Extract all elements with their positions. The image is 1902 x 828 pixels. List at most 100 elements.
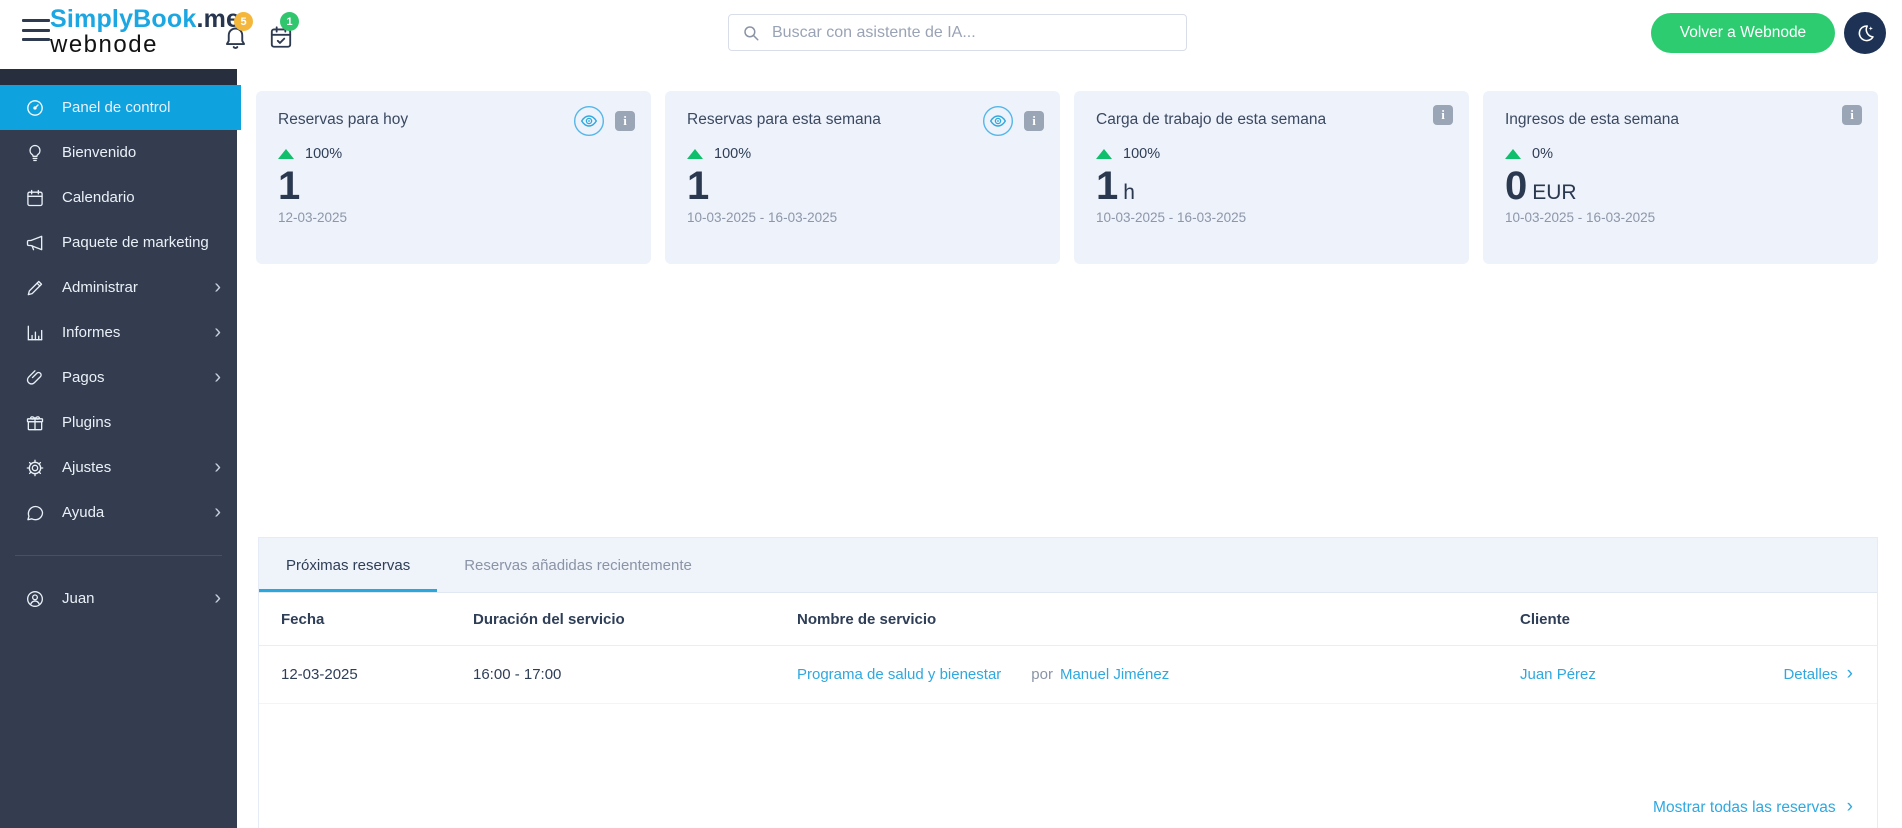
top-header: SimplyBook.me webnode 5 1 Volver a Webno…: [0, 0, 1902, 69]
column-header-cliente: Cliente: [1520, 611, 1853, 628]
trend-up-icon: [687, 149, 703, 159]
trend-row: 100%: [687, 146, 1038, 162]
calendar-icon: [25, 188, 45, 208]
card-title: Ingresos de esta semana: [1505, 111, 1856, 129]
moon-sparkle-icon: [1854, 22, 1877, 45]
column-header-servicio: Nombre de servicio: [797, 611, 1520, 628]
pencil-icon: [25, 278, 45, 298]
search-input[interactable]: [770, 23, 1186, 43]
sidebar-nav: Panel de control Bienvenido Calendario P…: [0, 69, 237, 828]
sidebar-divider: [15, 555, 222, 556]
sidebar-item-bienvenido[interactable]: Bienvenido: [0, 130, 237, 175]
sidebar-item-label: Pagos: [62, 369, 105, 386]
brand-name: SimplyBook: [50, 5, 196, 33]
paperclip-icon: [25, 368, 45, 388]
chat-bubble-icon: [25, 503, 45, 523]
tasks-button[interactable]: 1: [268, 24, 294, 55]
eye-icon[interactable]: [573, 105, 605, 137]
sidebar-item-paquete-de-marketing[interactable]: Paquete de marketing: [0, 220, 237, 265]
notifications-button[interactable]: 5: [222, 24, 249, 56]
card-period: 12-03-2025: [278, 210, 629, 225]
trend-value: 0%: [1532, 146, 1553, 162]
search-bar: [728, 14, 1187, 51]
chevron-right-icon: ›: [1847, 664, 1853, 683]
card-value: 0EUR: [1505, 165, 1856, 207]
sidebar-item-panel-de-control[interactable]: Panel de control: [0, 85, 241, 130]
trend-value: 100%: [714, 146, 751, 162]
info-icon[interactable]: i: [615, 111, 635, 131]
dashboard-icon: [25, 98, 45, 118]
sidebar-item-label: Paquete de marketing: [62, 234, 209, 251]
chevron-right-icon: ›: [214, 588, 221, 608]
provider-link[interactable]: Manuel Jiménez: [1060, 666, 1169, 683]
trend-up-icon: [278, 149, 294, 159]
chevron-right-icon: ›: [1847, 797, 1853, 816]
back-to-webnode-button[interactable]: Volver a Webnode: [1651, 13, 1835, 53]
sidebar-item-informes[interactable]: Informes ›: [0, 310, 237, 355]
stat-card-reservas-semana: Reservas para esta semana i 100% 1 10-03…: [665, 91, 1060, 264]
service-link[interactable]: Programa de salud y bienestar: [797, 666, 1001, 683]
tasks-badge: 1: [280, 12, 299, 31]
info-icon[interactable]: i: [1842, 105, 1862, 125]
bookings-panel: Próximas reservas Reservas añadidas reci…: [258, 537, 1878, 828]
card-period: 10-03-2025 - 16-03-2025: [1505, 210, 1856, 225]
show-all-bookings-link[interactable]: Mostrar todas las reservas ›: [1653, 798, 1853, 817]
lightbulb-icon: [25, 143, 45, 163]
trend-row: 0%: [1505, 146, 1856, 162]
by-label: por: [1031, 666, 1053, 683]
sidebar-item-calendario[interactable]: Calendario: [0, 175, 237, 220]
bookings-tabs: Próximas reservas Reservas añadidas reci…: [259, 538, 1877, 593]
chevron-right-icon: ›: [214, 367, 221, 387]
table-header-row: Fecha Duración del servicio Nombre de se…: [259, 593, 1877, 646]
sidebar-item-plugins[interactable]: Plugins: [0, 400, 237, 445]
tab-proximas-reservas[interactable]: Próximas reservas: [259, 538, 437, 592]
search-icon: [742, 24, 760, 42]
dark-mode-toggle[interactable]: [1844, 12, 1886, 54]
chevron-right-icon: ›: [214, 322, 221, 342]
sidebar-item-label: Panel de control: [62, 99, 170, 116]
trend-value: 100%: [305, 146, 342, 162]
sidebar-item-pagos[interactable]: Pagos ›: [0, 355, 237, 400]
column-header-fecha: Fecha: [281, 611, 473, 628]
hamburger-menu-icon[interactable]: [22, 19, 50, 41]
user-circle-icon: [25, 589, 45, 609]
booking-date: 12-03-2025: [281, 666, 473, 683]
sidebar-item-label: Ajustes: [62, 459, 111, 476]
card-period: 10-03-2025 - 16-03-2025: [687, 210, 1038, 225]
sidebar-item-user-juan[interactable]: Juan ›: [0, 576, 237, 621]
info-icon[interactable]: i: [1433, 105, 1453, 125]
column-header-duracion: Duración del servicio: [473, 611, 797, 628]
trend-up-icon: [1096, 149, 1112, 159]
webnode-wordmark: webnode: [50, 32, 240, 57]
card-period: 10-03-2025 - 16-03-2025: [1096, 210, 1447, 225]
trend-value: 100%: [1123, 146, 1160, 162]
app-logo: SimplyBook.me webnode: [50, 6, 240, 57]
sidebar-item-label: Calendario: [62, 189, 135, 206]
stat-card-ingresos: Ingresos de esta semana i 0% 0EUR 10-03-…: [1483, 91, 1878, 264]
sidebar-item-administrar[interactable]: Administrar ›: [0, 265, 237, 310]
sidebar-item-label: Bienvenido: [62, 144, 136, 161]
chevron-right-icon: ›: [214, 457, 221, 477]
details-link[interactable]: Detalles ›: [1783, 665, 1853, 684]
sidebar-item-ajustes[interactable]: Ajustes ›: [0, 445, 237, 490]
stat-cards-row: Reservas para hoy i 100% 1 12-03-2025 Re…: [256, 91, 1878, 264]
sidebar-user-label: Juan: [62, 590, 95, 607]
gear-icon: [25, 458, 45, 478]
card-value: 1: [687, 165, 1038, 207]
trend-row: 100%: [278, 146, 629, 162]
sidebar-item-label: Ayuda: [62, 504, 104, 521]
gift-icon: [25, 413, 45, 433]
tab-reservas-anadidas[interactable]: Reservas añadidas recientemente: [437, 538, 719, 592]
client-link[interactable]: Juan Pérez: [1520, 666, 1596, 683]
card-title: Carga de trabajo de esta semana: [1096, 111, 1447, 129]
info-icon[interactable]: i: [1024, 111, 1044, 131]
bar-chart-icon: [25, 323, 45, 343]
notifications-badge: 5: [234, 12, 253, 31]
card-value: 1: [278, 165, 629, 207]
stat-card-carga-trabajo: Carga de trabajo de esta semana i 100% 1…: [1074, 91, 1469, 264]
stat-card-reservas-hoy: Reservas para hoy i 100% 1 12-03-2025: [256, 91, 651, 264]
sidebar-item-ayuda[interactable]: Ayuda ›: [0, 490, 237, 535]
eye-icon[interactable]: [982, 105, 1014, 137]
chevron-right-icon: ›: [214, 277, 221, 297]
sidebar-item-label: Informes: [62, 324, 120, 341]
